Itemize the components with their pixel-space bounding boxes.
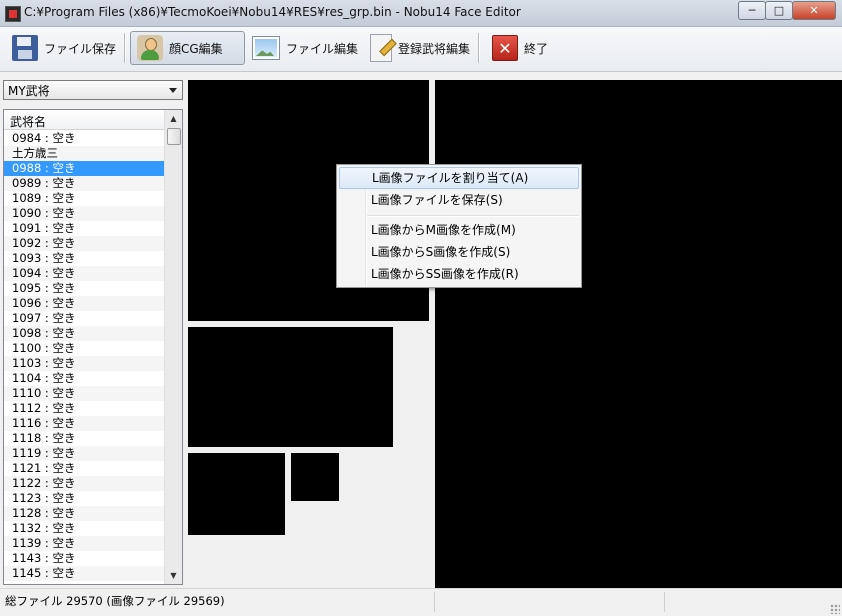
toolbar-separator: [478, 33, 480, 63]
list-item[interactable]: 1093 : 空き: [4, 251, 165, 266]
list-item[interactable]: 1110 : 空き: [4, 386, 165, 401]
scroll-down-icon[interactable]: ▼: [165, 567, 182, 584]
menu-item-assign-l-image[interactable]: L画像ファイルを割り当て(A): [339, 167, 579, 189]
status-text: 総ファイル 29570 (画像ファイル 29569): [5, 594, 225, 608]
list-item[interactable]: 1121 : 空き: [4, 461, 165, 476]
menu-item-save-l-image[interactable]: L画像ファイルを保存(S): [339, 189, 579, 211]
list-item[interactable]: 1092 : 空き: [4, 236, 165, 251]
list-item[interactable]: 1096 : 空き: [4, 296, 165, 311]
file-edit-button[interactable]: ファイル編集: [246, 31, 364, 65]
menu-item-create-ss-image[interactable]: L画像からSS画像を作成(R): [339, 263, 579, 285]
maximize-button[interactable]: □: [765, 1, 793, 20]
registered-warlord-edit-label: 登録武将編集: [398, 41, 471, 56]
file-edit-label: ファイル編集: [286, 41, 359, 56]
list-item[interactable]: 1139 : 空き: [4, 536, 165, 551]
close-x-icon: ✕: [492, 35, 518, 61]
m-image-slot[interactable]: [188, 327, 393, 447]
menu-item-create-s-image[interactable]: L画像からS画像を作成(S): [339, 241, 579, 263]
image-canvas: [188, 80, 842, 588]
exit-button[interactable]: ✕ 終了: [486, 31, 554, 65]
face-cg-edit-label: 顔CG編集: [169, 41, 223, 56]
app-icon: [5, 6, 21, 22]
menu-separator: [367, 215, 579, 217]
exit-label: 終了: [524, 41, 549, 56]
resize-grip-icon[interactable]: [830, 604, 840, 614]
status-divider: [434, 592, 435, 612]
preview-image[interactable]: [435, 80, 842, 588]
warlord-list[interactable]: 武将名 0984 : 空き 土方歳三 0988 : 空き 0989 : 空き 1089 …: [3, 109, 183, 585]
main-area: MY武将 武将名 0984 : 空き 土方歳三 0988 : 空き 0989 : 空き…: [0, 72, 842, 588]
chevron-down-icon: [169, 88, 177, 93]
category-select[interactable]: MY武将: [3, 80, 183, 100]
ss-image-slot[interactable]: [291, 453, 339, 501]
s-image-slot[interactable]: [188, 453, 285, 535]
status-bar: 総ファイル 29570 (画像ファイル 29569): [0, 588, 842, 616]
face-cg-edit-button[interactable]: 顔CG編集: [130, 31, 245, 65]
list-column-header[interactable]: 武将名: [4, 110, 165, 130]
list-item[interactable]: 1094 : 空き: [4, 266, 165, 281]
window-controls: ─ □ ✕: [738, 1, 836, 20]
list-item[interactable]: 1104 : 空き: [4, 371, 165, 386]
document-pencil-icon: [370, 34, 392, 62]
status-divider: [664, 592, 665, 612]
list-item[interactable]: 1123 : 空き: [4, 491, 165, 506]
scrollbar-thumb[interactable]: [167, 128, 181, 145]
list-item[interactable]: 0984 : 空き: [4, 131, 165, 146]
title-bar: C:¥Program Files (x86)¥TecmoKoei¥Nobu14¥…: [0, 0, 842, 27]
file-save-button[interactable]: ファイル保存: [6, 31, 122, 65]
close-button[interactable]: ✕: [792, 1, 836, 20]
list-item[interactable]: 土方歳三: [4, 146, 165, 161]
list-item[interactable]: 1132 : 空き: [4, 521, 165, 536]
list-rows: 0984 : 空き 土方歳三 0988 : 空き 0989 : 空き 1089 : 空き…: [4, 131, 165, 581]
list-item[interactable]: 1103 : 空き: [4, 356, 165, 371]
list-item[interactable]: 0989 : 空き: [4, 176, 165, 191]
registered-warlord-edit-button[interactable]: 登録武将編集: [364, 31, 476, 65]
list-item[interactable]: 1112 : 空き: [4, 401, 165, 416]
list-item[interactable]: 1122 : 空き: [4, 476, 165, 491]
list-item[interactable]: 1091 : 空き: [4, 221, 165, 236]
left-panel: MY武将 武将名 0984 : 空き 土方歳三 0988 : 空き 0989 : 空き…: [0, 72, 186, 588]
context-menu: L画像ファイルを割り当て(A) L画像ファイルを保存(S) L画像からM画像を作…: [336, 164, 582, 288]
vertical-scrollbar[interactable]: ▲ ▼: [164, 110, 182, 584]
list-item[interactable]: 1119 : 空き: [4, 446, 165, 461]
file-save-label: ファイル保存: [44, 41, 117, 56]
list-item[interactable]: 1100 : 空き: [4, 341, 165, 356]
list-item[interactable]: 1090 : 空き: [4, 206, 165, 221]
picture-icon: [252, 36, 280, 60]
list-item[interactable]: 1097 : 空き: [4, 311, 165, 326]
person-icon: [137, 35, 163, 61]
list-item[interactable]: 1089 : 空き: [4, 191, 165, 206]
list-item[interactable]: 1095 : 空き: [4, 281, 165, 296]
floppy-disk-icon: [12, 35, 38, 61]
list-item[interactable]: 1145 : 空き: [4, 566, 165, 581]
list-item[interactable]: 1118 : 空き: [4, 431, 165, 446]
list-item[interactable]: 1116 : 空き: [4, 416, 165, 431]
toolbar: ファイル保存 顔CG編集 ファイル編集 登録武将編集 ✕ 終了: [0, 27, 842, 72]
list-item[interactable]: 1098 : 空き: [4, 326, 165, 341]
list-item[interactable]: 0988 : 空き: [4, 161, 165, 176]
category-select-value: MY武将: [8, 83, 50, 98]
window-title: C:¥Program Files (x86)¥TecmoKoei¥Nobu14¥…: [24, 5, 521, 19]
toolbar-separator: [124, 33, 126, 63]
minimize-button[interactable]: ─: [738, 1, 766, 20]
list-item[interactable]: 1128 : 空き: [4, 506, 165, 521]
list-item[interactable]: 1143 : 空き: [4, 551, 165, 566]
scroll-up-icon[interactable]: ▲: [165, 110, 182, 127]
menu-item-create-m-image[interactable]: L画像からM画像を作成(M): [339, 219, 579, 241]
